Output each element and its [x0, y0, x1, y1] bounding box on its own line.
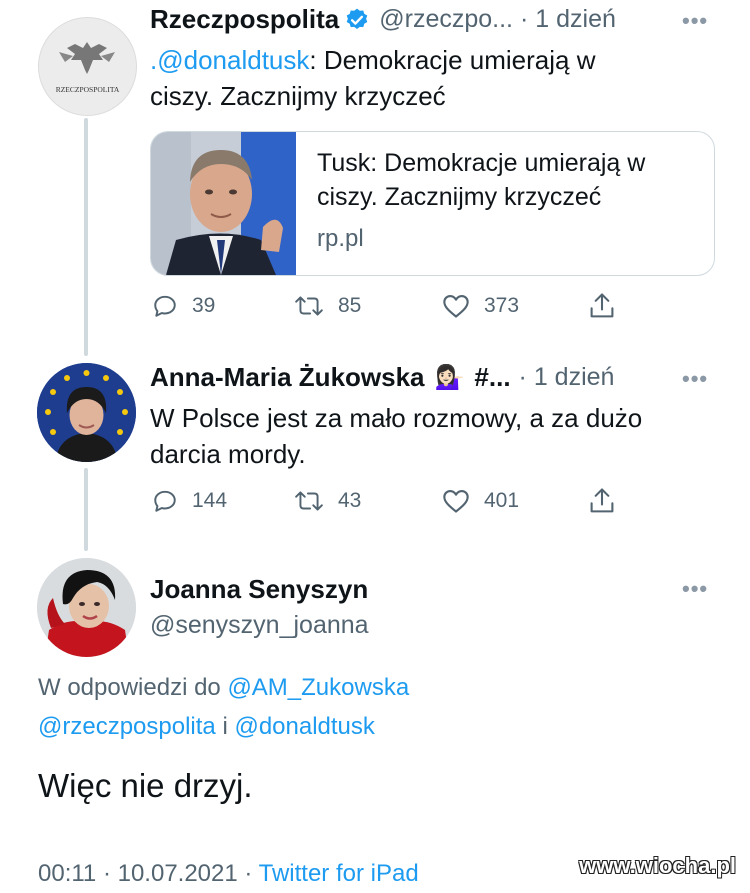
mention-link[interactable]: @rzeczpospolita [38, 713, 216, 740]
reply-button[interactable]: 144 [152, 488, 227, 514]
tweet-text-line: ciszy. Zacznijmy krzyczeć [150, 81, 446, 111]
mention-link[interactable]: .@donaldtusk [150, 45, 309, 75]
reply-count: 39 [192, 294, 216, 317]
tweet-text-line: darcia mordy. [150, 439, 306, 469]
card-image [151, 132, 296, 275]
link-card[interactable]: Tusk: Demokracje umierają w ciszy. Zaczn… [150, 131, 715, 276]
author-name-suffix: #... [474, 362, 511, 392]
like-count: 373 [484, 294, 520, 317]
author-name[interactable]: Rzeczpospolita [150, 4, 339, 35]
source-link[interactable]: Twitter for iPad [259, 860, 419, 887]
retweet-count: 85 [338, 294, 362, 317]
avatar-rzeczpospolita[interactable]: RZECZPOSPOLITA [38, 17, 137, 116]
like-button[interactable]: 401 [442, 488, 519, 514]
avatar-joanna-senyszyn[interactable] [37, 558, 136, 657]
thread-line [84, 468, 88, 551]
reply-count: 144 [192, 489, 228, 512]
avatar-logo-text: RZECZPOSPOLITA [56, 85, 120, 94]
tweet-time[interactable]: · 1 dzień [520, 5, 616, 34]
thread-line [84, 118, 88, 356]
like-button[interactable]: 373 [442, 293, 519, 319]
tweet2-text: W Polsce jest za mało rozmowy, a za dużo… [150, 400, 720, 472]
retweet-button[interactable]: 85 [294, 293, 361, 319]
mention-link[interactable]: @donaldtusk [234, 713, 374, 740]
tweet-main-text: Więc nie drzyj. [38, 767, 253, 804]
author-handle[interactable]: @rzeczpo... [379, 5, 513, 34]
share-button[interactable] [588, 291, 630, 321]
retweet-count: 43 [338, 489, 362, 512]
card-title: Tusk: Demokracje umierają w ciszy. Zaczn… [317, 149, 646, 211]
mention-link[interactable]: @AM_Zukowska [227, 674, 409, 701]
reply-context-line2: @rzeczpospolita i @donaldtusk [38, 713, 375, 741]
like-count: 401 [484, 489, 520, 512]
share-icon [590, 488, 614, 513]
reply-context: W odpowiedzi do @AM_Zukowska [38, 674, 409, 702]
reply-button[interactable]: 39 [152, 293, 215, 319]
share-icon [590, 293, 614, 318]
author-name[interactable]: Anna-Maria Żukowska [150, 362, 425, 393]
author-name[interactable]: Joanna Senyszyn [150, 574, 368, 605]
emoji-person-tipping-hand: 💁🏻‍♀️ [434, 364, 465, 391]
reply-icon [154, 295, 176, 317]
tweet-text-part: : Demokracje umierają w [309, 45, 596, 75]
more-icon[interactable]: ••• [682, 366, 708, 392]
eagle-logo-icon: RZECZPOSPOLITA [56, 42, 120, 94]
reply-prefix: W odpowiedzi do [38, 674, 228, 701]
avatar-anna-maria[interactable] [37, 363, 136, 462]
reply-icon [154, 490, 176, 512]
timestamp[interactable]: 00:11 · 10.07.2021 · [38, 860, 259, 887]
reply-and: i [215, 713, 235, 740]
tweet-footer: 00:11 · 10.07.2021 · Twitter for iPad [38, 860, 419, 888]
more-icon[interactable]: ••• [682, 8, 708, 34]
avatar-photo [37, 363, 136, 462]
retweet-icon [295, 296, 323, 316]
tweet-time[interactable]: · 1 dzień [519, 363, 615, 392]
author-handle[interactable]: @senyszyn_joanna [150, 611, 369, 640]
like-icon [443, 295, 469, 318]
share-button[interactable] [588, 486, 630, 516]
tweet1-text: .@donaldtusk: Demokracje umierają w cisz… [150, 42, 710, 114]
tweet1-header: Rzeczpospolita @rzeczpo... · 1 dzień [150, 4, 616, 35]
tweet2-header: Anna-Maria Żukowska 💁🏻‍♀️ #... · 1 dzień [150, 362, 614, 393]
retweet-icon [295, 491, 323, 511]
card-domain: rp.pl [317, 225, 364, 252]
retweet-button[interactable]: 43 [294, 488, 361, 514]
like-icon [443, 490, 469, 513]
avatar-photo [37, 558, 136, 657]
verified-icon [346, 8, 368, 29]
more-icon[interactable]: ••• [682, 576, 708, 602]
watermark: www.wiocha.pl [579, 853, 736, 878]
tweet-text-line: W Polsce jest za mało rozmowy, a za dużo [150, 403, 643, 433]
